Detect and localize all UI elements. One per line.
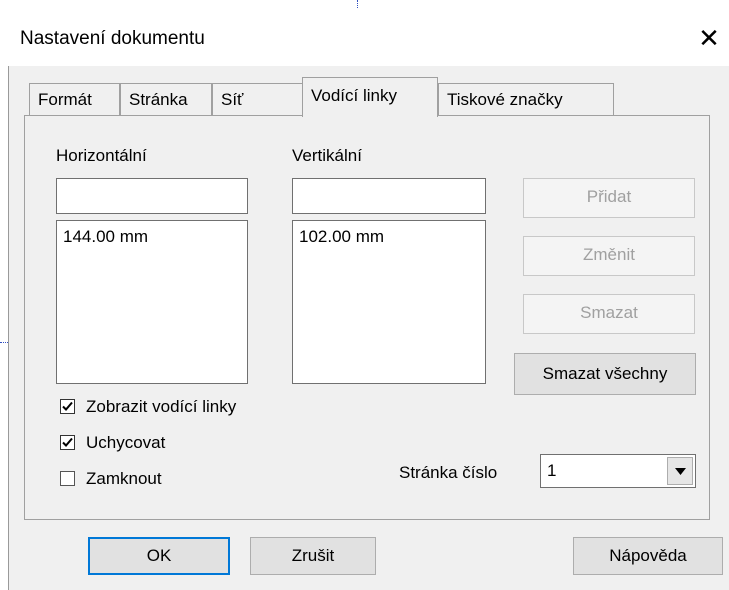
add-button[interactable]: Přidat <box>523 178 695 218</box>
show-guides-checkbox[interactable] <box>60 399 75 414</box>
tab-grid[interactable]: Síť <box>212 83 302 115</box>
vertical-input[interactable] <box>292 178 486 214</box>
snap-label: Uchycovat <box>86 433 166 452</box>
show-guides-label: Zobrazit vodící linky <box>86 397 237 416</box>
dialog-title: Nastavení dokumentu <box>20 28 205 49</box>
checkmark-icon <box>62 401 73 411</box>
vertical-label: Vertikální <box>292 146 362 165</box>
canvas-guide-vertical <box>357 0 358 8</box>
tab-label: Tiskové značky <box>447 90 563 109</box>
chevron-down-icon <box>675 468 686 475</box>
delete-button[interactable]: Smazat <box>523 294 695 334</box>
ok-button[interactable]: OK <box>88 537 230 575</box>
tab-guides[interactable]: Vodící linky <box>302 77 438 117</box>
tab-label: Stránka <box>129 90 188 109</box>
dropdown-button[interactable] <box>667 457 693 485</box>
help-button[interactable]: Nápověda <box>573 537 723 575</box>
list-item[interactable]: 102.00 mm <box>299 227 479 247</box>
snap-checkbox[interactable] <box>60 435 75 450</box>
lock-label: Zamknout <box>86 469 162 488</box>
page-number-label: Stránka číslo <box>399 463 498 482</box>
canvas-guide-horizontal <box>0 342 8 343</box>
tab-page[interactable]: Stránka <box>120 83 212 115</box>
tab-print-marks[interactable]: Tiskové značky <box>438 83 614 115</box>
tab-format[interactable]: Formát <box>29 83 120 115</box>
delete-all-button[interactable]: Smazat všechny <box>514 353 696 395</box>
change-button[interactable]: Změnit <box>523 236 695 276</box>
horizontal-input[interactable] <box>56 178 248 214</box>
close-icon[interactable]: ✕ <box>689 18 729 58</box>
checkmark-icon <box>62 437 73 447</box>
horizontal-guides-list[interactable]: 144.00 mm <box>56 220 248 384</box>
horizontal-label: Horizontální <box>56 146 147 165</box>
list-item[interactable]: 144.00 mm <box>63 227 241 247</box>
page-number-select[interactable]: 1 <box>540 454 696 488</box>
tab-label: Síť <box>221 90 244 109</box>
lock-checkbox[interactable] <box>60 471 75 486</box>
tab-label: Vodící linky <box>311 86 397 105</box>
page-number-value: 1 <box>547 461 557 480</box>
cancel-button[interactable]: Zrušit <box>250 537 376 575</box>
tab-label: Formát <box>38 90 92 109</box>
vertical-guides-list[interactable]: 102.00 mm <box>292 220 486 384</box>
